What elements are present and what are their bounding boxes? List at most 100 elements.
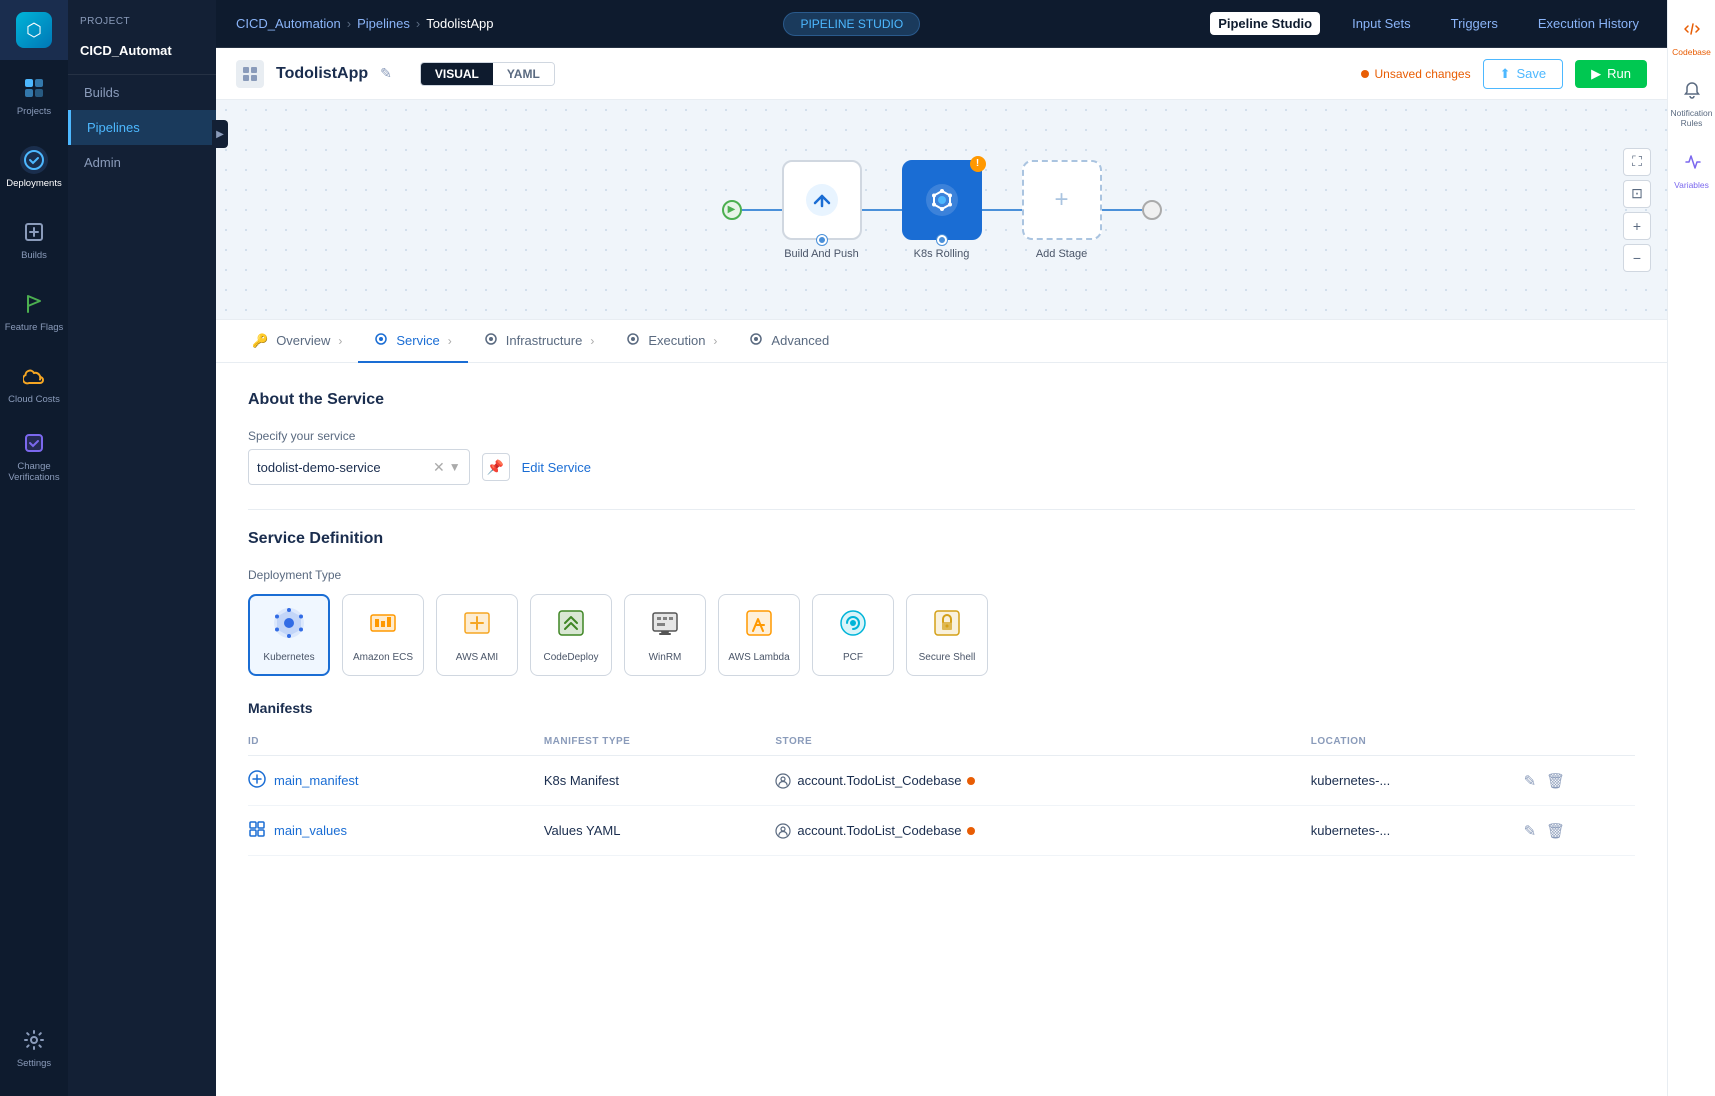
service-input-wrap[interactable]: ✕ ▼ <box>248 449 470 485</box>
deploy-type-amazon-ecs[interactable]: Amazon ECS <box>342 594 424 676</box>
breadcrumb-pipelines[interactable]: Pipelines <box>357 16 410 31</box>
right-panel-notification[interactable]: Notification Rules <box>1672 73 1712 136</box>
deployments-icon <box>20 146 48 174</box>
run-icon: ▶ <box>1591 66 1601 82</box>
service-dropdown-icon[interactable]: ▼ <box>449 460 461 474</box>
deploy-type-secure-shell[interactable]: Secure Shell <box>906 594 988 676</box>
sidebar-item-builds-nav[interactable]: Builds <box>68 75 216 110</box>
stage-build-dot <box>817 235 827 245</box>
aws-ami-label: AWS AMI <box>456 652 498 663</box>
app-logo[interactable]: ⬡ <box>0 0 68 60</box>
pipeline-title-bar: TodolistApp ✎ VISUAL YAML Unsaved change… <box>216 48 1667 100</box>
manifest-2-edit-icon[interactable]: ✎ <box>1524 822 1537 840</box>
manifest-2-type: Values YAML <box>544 806 776 856</box>
view-toggle-visual[interactable]: VISUAL <box>421 63 493 85</box>
canvas-zoom-in-btn[interactable]: + <box>1623 212 1651 240</box>
tab-execution[interactable]: Execution › <box>610 320 733 363</box>
stage-warning-icon: ! <box>970 156 986 172</box>
codebase-label: Codebase <box>1672 47 1711 57</box>
deploy-type-aws-lambda[interactable]: AWS Lambda <box>718 594 800 676</box>
aws-lambda-label: AWS Lambda <box>728 652 789 663</box>
manifests-section: Manifests ID MANIFEST TYPE STORE LOCATIO… <box>248 700 1635 856</box>
infrastructure-label: Infrastructure <box>506 333 583 348</box>
stage-build-and-push[interactable]: Build And Push <box>782 160 862 260</box>
sidebar-item-builds[interactable]: Builds <box>0 204 68 276</box>
canvas-fit-btn[interactable]: ⊡ <box>1623 180 1651 208</box>
tab-infrastructure[interactable]: Infrastructure › <box>468 320 611 363</box>
pcf-label: PCF <box>843 652 863 663</box>
manifest-2-delete-icon[interactable]: 🗑 <box>1546 822 1565 840</box>
execution-icon <box>626 332 640 349</box>
infrastructure-icon <box>484 332 498 349</box>
stage-box-k8s[interactable]: ! <box>902 160 982 240</box>
manifest-1-location: kubernetes-... <box>1311 756 1524 806</box>
settings-icon <box>20 1026 48 1054</box>
specify-service-row: ✕ ▼ 📌 Edit Service <box>248 449 1635 485</box>
deploy-type-winrm[interactable]: WinRM <box>624 594 706 676</box>
deploy-type-codedeploy[interactable]: CodeDeploy <box>530 594 612 676</box>
stage-k8s-rolling[interactable]: ! K8s Rolling <box>902 160 982 260</box>
deploy-type-kubernetes[interactable]: Kubernetes <box>248 594 330 676</box>
manifest-1-delete-icon[interactable]: 🗑 <box>1546 772 1565 790</box>
projects-label: Projects <box>17 106 51 117</box>
cloud-costs-label: Cloud Costs <box>8 394 60 405</box>
sidebar-item-pipelines-nav[interactable]: Pipelines <box>68 110 216 145</box>
right-panel-variables[interactable]: Variables <box>1672 145 1712 198</box>
right-panel-codebase[interactable]: Codebase <box>1672 12 1712 65</box>
feature-flags-label: Feature Flags <box>5 322 64 333</box>
service-clear-icon[interactable]: ✕ <box>433 459 445 476</box>
advanced-label: Advanced <box>771 333 829 348</box>
stage-build-label: Build And Push <box>784 248 859 260</box>
sidebar-item-projects[interactable]: Projects <box>0 60 68 132</box>
winrm-label: WinRM <box>649 652 682 663</box>
codedeploy-icon <box>555 607 587 646</box>
nav-input-sets[interactable]: Input Sets <box>1344 12 1419 35</box>
deployment-types: Kubernetes Amazon ECS <box>248 594 1635 676</box>
stage-box-build[interactable] <box>782 160 862 240</box>
manifest-1-actions: ✎ 🗑 <box>1524 772 1635 790</box>
connector-1 <box>742 209 782 211</box>
sidebar-item-admin-nav[interactable]: Admin <box>68 145 216 180</box>
service-definition-title: Service Definition <box>248 530 1635 548</box>
sidebar-item-cloud-costs[interactable]: Cloud Costs <box>0 348 68 420</box>
service-input[interactable] <box>257 460 433 475</box>
sidebar-toggle[interactable]: ▶ <box>212 120 228 148</box>
service-tab-icon <box>374 332 388 349</box>
pin-button[interactable]: 📌 <box>482 453 510 481</box>
stage-box-add[interactable]: + <box>1022 160 1102 240</box>
manifest-1-id: main_manifest <box>274 773 359 788</box>
sidebar-item-feature-flags[interactable]: Feature Flags <box>0 276 68 348</box>
pipeline-edit-icon[interactable]: ✎ <box>380 65 392 82</box>
run-button[interactable]: ▶ Run <box>1575 60 1647 88</box>
view-toggle-yaml[interactable]: YAML <box>493 63 554 85</box>
tab-overview[interactable]: 🔑 Overview › <box>236 320 358 363</box>
deploy-type-aws-ami[interactable]: AWS AMI <box>436 594 518 676</box>
canvas-expand-btn[interactable]: ⛶ <box>1623 148 1651 176</box>
edit-service-link[interactable]: Edit Service <box>522 460 591 475</box>
stage-add[interactable]: + Add Stage <box>1022 160 1102 260</box>
sidebar-item-change-verifications[interactable]: Change Verifications <box>0 420 68 492</box>
nav-pipeline-studio[interactable]: Pipeline Studio <box>1210 12 1320 35</box>
settings-label: Settings <box>17 1058 51 1069</box>
sidebar-item-settings[interactable]: Settings <box>0 1012 68 1084</box>
nav-execution-history[interactable]: Execution History <box>1530 12 1647 35</box>
tab-advanced[interactable]: Advanced <box>733 320 845 363</box>
stage-k8s-dot <box>937 235 947 245</box>
deploy-type-pcf[interactable]: PCF <box>812 594 894 676</box>
canvas-zoom-out-btn[interactable]: − <box>1623 244 1651 272</box>
unsaved-badge: Unsaved changes <box>1361 67 1471 81</box>
nav-triggers[interactable]: Triggers <box>1443 12 1506 35</box>
infrastructure-arrow: › <box>590 334 594 348</box>
save-button[interactable]: ⬆ Save <box>1483 59 1564 89</box>
secure-shell-label: Secure Shell <box>919 652 976 663</box>
tab-service[interactable]: Service › <box>358 320 467 363</box>
col-manifest-type: MANIFEST TYPE <box>544 728 776 756</box>
breadcrumb-app[interactable]: TodolistApp <box>426 16 493 31</box>
unsaved-dot <box>1361 70 1369 78</box>
manifest-1-edit-icon[interactable]: ✎ <box>1524 772 1537 790</box>
notification-label: Notification Rules <box>1670 108 1712 128</box>
sidebar-item-deployments[interactable]: Deployments <box>0 132 68 204</box>
variables-label: Variables <box>1674 180 1709 190</box>
breadcrumb-cicd[interactable]: CICD_Automation <box>236 16 341 31</box>
config-tabs: 🔑 Overview › Service › <box>216 320 1667 363</box>
